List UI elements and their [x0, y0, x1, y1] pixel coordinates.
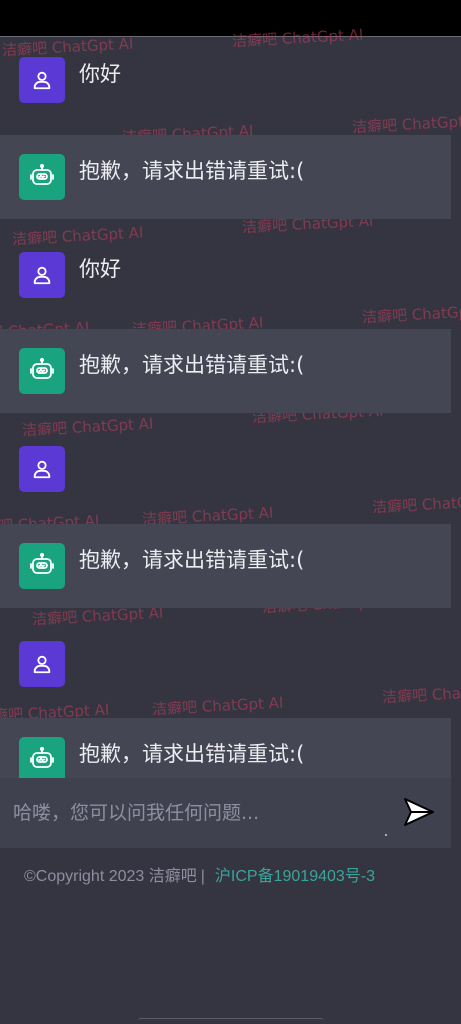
user-icon [33, 655, 51, 674]
robot-icon [30, 746, 54, 768]
chat-input[interactable] [0, 778, 390, 848]
top-divider [0, 36, 461, 37]
user-avatar [19, 446, 65, 492]
robot-icon [30, 552, 54, 574]
watermark: 洁癖吧 ChatGpt AI [151, 693, 284, 719]
chat-input-area [0, 778, 451, 848]
footer-separator: | [200, 868, 205, 885]
bot-avatar [19, 543, 65, 589]
message-text: 抱歉，请求出错请重试:( [79, 548, 305, 572]
message-text: 你好 [79, 257, 121, 281]
message-row-assistant: 抱歉，请求出错请重试:( [0, 135, 451, 219]
robot-icon [30, 357, 54, 379]
message-row-user: 你好 [0, 244, 451, 302]
copyright-text: ©Copyright 2023 洁癖吧 [24, 868, 197, 885]
icp-link[interactable]: 沪ICP备19019403号-3 [215, 868, 375, 885]
message-row-assistant: 抱歉，请求出错请重试:( [0, 329, 451, 413]
watermark: 洁癖吧 ChatGpt AI [361, 302, 461, 327]
message-text: 抱歉，请求出错请重试:( [79, 159, 305, 183]
watermark: 洁癖吧 ChatGpt AI [21, 414, 154, 440]
bot-avatar [19, 737, 65, 783]
bot-avatar [19, 154, 65, 200]
send-button[interactable] [398, 793, 440, 831]
message-text: 抱歉，请求出错请重试:( [79, 353, 305, 377]
footer: ©Copyright 2023 洁癖吧 | 沪ICP备19019403号-3 [24, 862, 444, 886]
bot-avatar [19, 348, 65, 394]
dot [385, 834, 387, 836]
user-icon [33, 460, 51, 479]
user-avatar [19, 57, 65, 103]
robot-icon [30, 163, 54, 185]
message-text: 你好 [79, 62, 121, 86]
message-row-user [0, 438, 451, 496]
chat-page: 洁癖吧 ChatGpt AI 洁癖吧 ChatGpt AI 洁癖吧 ChatGp… [0, 0, 461, 1024]
message-row-assistant: 抱歉，请求出错请重试:( [0, 524, 451, 608]
message-row-user: 你好 [0, 49, 451, 107]
user-icon [33, 266, 51, 285]
message-text: 抱歉，请求出错请重试:( [79, 742, 305, 766]
user-icon [33, 71, 51, 90]
home-indicator [138, 1018, 324, 1024]
status-bar [0, 0, 461, 36]
watermark: 洁癖吧 ChatGpt AI [351, 112, 461, 137]
send-icon [404, 798, 434, 826]
user-avatar [19, 252, 65, 298]
message-row-user [0, 633, 451, 691]
user-avatar [19, 641, 65, 687]
